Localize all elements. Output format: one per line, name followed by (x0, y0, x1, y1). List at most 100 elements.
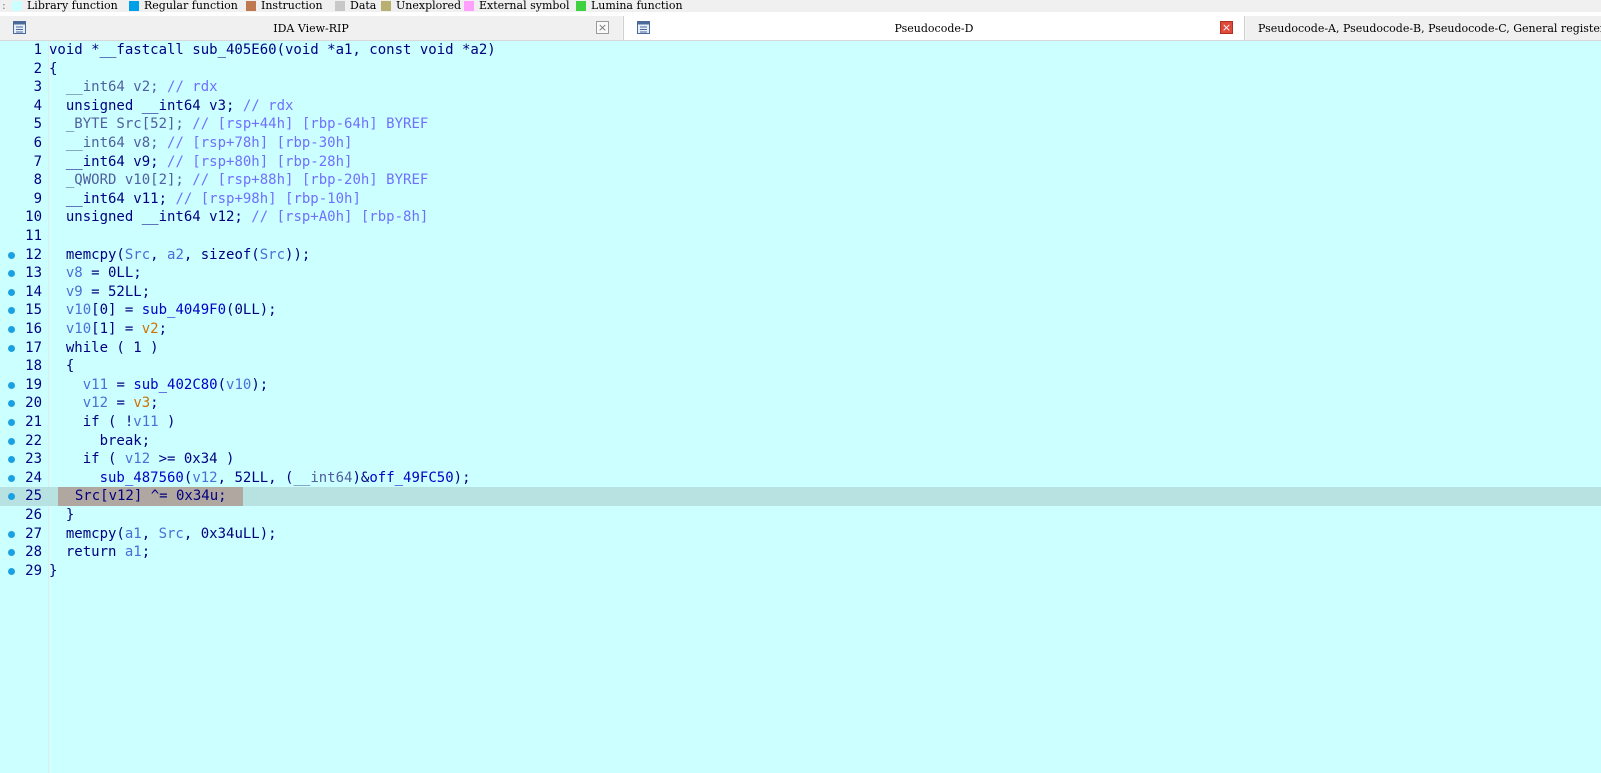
code-text[interactable]: Src[v12] ^= 0x34u; (58, 487, 244, 506)
code-line[interactable]: 29} (0, 562, 1601, 581)
breakpoint-dot-icon[interactable] (8, 270, 15, 278)
code-text[interactable]: if ( !v11 ) (49, 413, 176, 432)
code-line[interactable]: 20 v12 = v3; (0, 394, 1601, 413)
code-text[interactable]: __int64 v8; // [rsp+78h] [rbp-30h] (49, 134, 353, 153)
code-text[interactable]: { (49, 357, 74, 376)
code-line[interactable]: 28 return a1; (0, 543, 1601, 562)
code-text[interactable]: __int64 v11; // [rsp+98h] [rbp-10h] (49, 190, 361, 209)
code-text[interactable]: if ( v12 >= 0x34 ) (49, 450, 235, 469)
code-line[interactable]: 12 memcpy(Src, a2, sizeof(Src)); (0, 246, 1601, 265)
line-number: 28 (25, 544, 42, 561)
code-token: sub_4049F0 (141, 302, 227, 319)
code-token: sub_487560 (99, 469, 184, 486)
breakpoint-dot-icon[interactable] (8, 381, 15, 389)
legend-item: External symbol (464, 0, 570, 11)
code-line[interactable]: 10 unsigned __int64 v12; // [rsp+A0h] [r… (0, 208, 1601, 227)
close-icon[interactable]: × (1220, 21, 1233, 34)
code-text[interactable]: _QWORD v10[2]; // [rsp+88h] [rbp-20h] BY… (49, 171, 428, 190)
code-line[interactable]: 25 Src[v12] ^= 0x34u; (0, 487, 1601, 506)
code-text[interactable]: unsigned __int64 v3; // rdx (49, 97, 294, 116)
breakpoint-dot-icon[interactable] (8, 307, 15, 315)
code-line[interactable]: 22 break; (0, 432, 1601, 451)
code-line[interactable]: 21 if ( !v11 ) (0, 413, 1601, 432)
code-token: } (49, 507, 75, 523)
code-token: v10 (65, 321, 92, 337)
code-text[interactable]: v9 = 52LL; (49, 283, 150, 302)
code-line[interactable]: 13 v8 = 0LL; (0, 264, 1601, 283)
line-number: 22 (25, 432, 42, 449)
code-line[interactable]: 3 __int64 v2; // rdx (0, 78, 1601, 97)
code-line[interactable]: 9 __int64 v11; // [rsp+98h] [rbp-10h] (0, 190, 1601, 209)
code-text[interactable]: memcpy(Src, a2, sizeof(Src)); (49, 246, 310, 265)
code-text[interactable]: v8 = 0LL; (49, 264, 142, 283)
breakpoint-dot-icon[interactable] (8, 456, 15, 464)
code-line[interactable]: 27 memcpy(a1, Src, 0x34uLL); (0, 525, 1601, 544)
pseudocode-editor[interactable]: 1 void *__fastcall sub_405E60(void *a1, c… (0, 41, 1601, 773)
legend-swatch (246, 0, 256, 11)
code-line[interactable]: 14 v9 = 52LL; (0, 283, 1601, 302)
code-line[interactable]: 18 { (0, 357, 1601, 376)
code-token: Src (158, 525, 184, 542)
code-line[interactable]: 1 void *__fastcall sub_405E60(void *a1, c… (0, 41, 1601, 60)
code-token: , sizeof( (183, 246, 260, 263)
breakpoint-dot-icon[interactable] (8, 437, 15, 445)
breakpoint-dot-icon[interactable] (8, 530, 15, 538)
code-text[interactable]: v11 = sub_402C80(v10); (49, 376, 268, 395)
breakpoint-dot-icon[interactable] (8, 549, 15, 557)
code-line[interactable]: 11 (0, 227, 1601, 246)
code-line[interactable]: 16 v10[1] = v2; (0, 320, 1601, 339)
breakpoint-dot-icon[interactable] (8, 493, 15, 501)
code-text[interactable]: v10[0] = sub_4049F0(0LL); (49, 301, 277, 320)
breakpoint-dot-icon[interactable] (8, 251, 15, 259)
code-token: ; (150, 395, 159, 412)
code-text[interactable]: v10[1] = v2; (49, 320, 167, 339)
code-token: v8 (65, 265, 83, 282)
code-line[interactable]: 6 __int64 v8; // [rsp+78h] [rbp-30h] (0, 134, 1601, 153)
tab-ida-view[interactable]: IDA View-RIP × (0, 16, 622, 40)
code-text[interactable]: while ( 1 ) (49, 339, 159, 358)
tab-pseudocode-d[interactable]: Pseudocode-D × (623, 16, 1245, 40)
code-text[interactable]: sub_487560(v12, 52LL, (__int64)&off_49FC… (49, 469, 471, 488)
code-text[interactable]: __int64 v2; // rdx (49, 78, 218, 97)
tab-overflow-group[interactable]: Pseudocode-A, Pseudocode-B, Pseudocode-C… (1246, 16, 1601, 40)
code-text[interactable]: void *__fastcall sub_405E60(void *a1, co… (49, 41, 496, 60)
code-line[interactable]: 7 __int64 v9; // [rsp+80h] [rbp-28h] (0, 153, 1601, 172)
code-text[interactable]: memcpy(a1, Src, 0x34uLL); (49, 525, 277, 544)
breakpoint-dot-icon[interactable] (8, 567, 15, 575)
breakpoint-dot-icon[interactable] (8, 474, 15, 482)
breakpoint-dot-icon[interactable] (8, 288, 15, 296)
code-line[interactable]: 5 _BYTE Src[52]; // [rsp+44h] [rbp-64h] … (0, 115, 1601, 134)
code-line[interactable]: 17 while ( 1 ) (0, 339, 1601, 358)
code-text[interactable]: v12 = v3; (49, 394, 159, 413)
code-line[interactable]: 23 if ( v12 >= 0x34 ) (0, 450, 1601, 469)
code-text[interactable]: } (49, 506, 74, 525)
breakpoint-dot-icon[interactable] (8, 326, 15, 333)
line-number: 7 (33, 153, 42, 170)
code-text[interactable]: { (49, 60, 57, 79)
code-token: = 52LL; (82, 283, 151, 300)
breakpoint-dot-icon[interactable] (8, 419, 15, 426)
code-line[interactable]: 24 sub_487560(v12, 52LL, (__int64)&off_4… (0, 469, 1601, 488)
code-text[interactable]: __int64 v9; // [rsp+80h] [rbp-28h] (49, 153, 353, 172)
code-text[interactable]: unsigned __int64 v12; // [rsp+A0h] [rbp-… (49, 208, 428, 227)
legend-swatch (576, 0, 586, 11)
code-text[interactable]: _BYTE Src[52]; // [rsp+44h] [rbp-64h] BY… (49, 115, 428, 134)
code-text[interactable]: return a1; (49, 543, 150, 562)
breakpoint-dot-icon[interactable] (8, 344, 15, 352)
code-line[interactable]: 15 v10[0] = sub_4049F0(0LL); (0, 301, 1601, 320)
line-number: 19 (25, 376, 42, 393)
code-line[interactable]: 2{ (0, 60, 1601, 79)
line-number: 1 (33, 42, 42, 58)
code-line[interactable]: 19 v11 = sub_402C80(v10); (0, 376, 1601, 395)
close-icon[interactable]: × (596, 21, 609, 34)
code-token: ( (217, 376, 227, 393)
code-line[interactable]: 8 _QWORD v10[2]; // [rsp+88h] [rbp-20h] … (0, 171, 1601, 190)
code-line[interactable]: 4 unsigned __int64 v3; // rdx (0, 97, 1601, 116)
line-number: 15 (25, 302, 42, 319)
code-text[interactable]: } (49, 562, 57, 581)
code-text[interactable]: break; (49, 432, 151, 451)
breakpoint-dot-icon[interactable] (8, 400, 15, 408)
code-line[interactable]: 26 } (0, 506, 1601, 525)
line-number: 14 (25, 283, 42, 300)
